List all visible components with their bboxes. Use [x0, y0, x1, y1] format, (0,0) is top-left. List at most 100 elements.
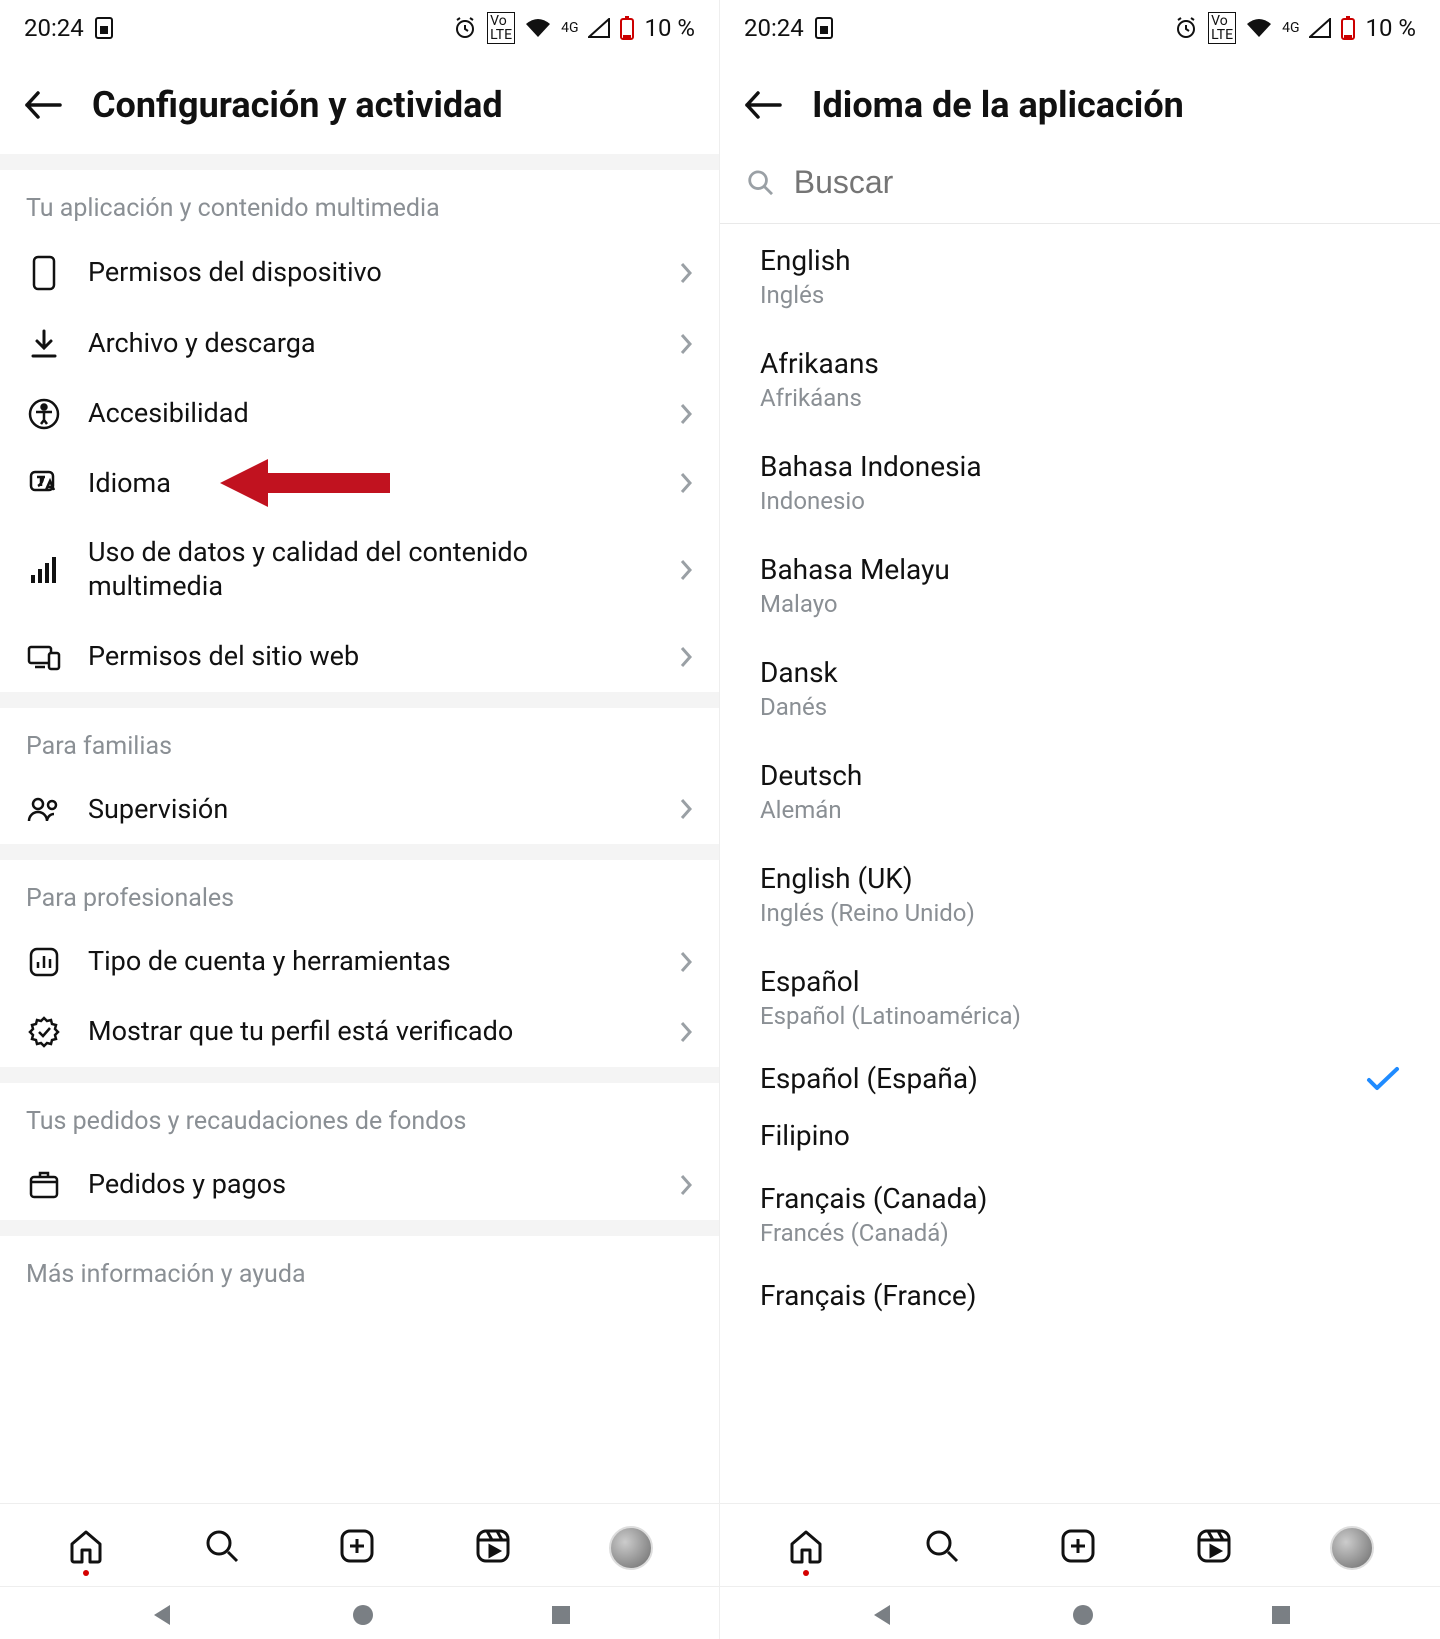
- language-option[interactable]: EspañolEspañol (Latinoamérica): [720, 945, 1440, 1048]
- network-4g-icon: 4G: [1282, 20, 1299, 36]
- language-option[interactable]: Filipino: [720, 1105, 1440, 1162]
- row-orders-payments[interactable]: Pedidos y pagos: [0, 1150, 719, 1220]
- network-4g-icon: 4G: [561, 20, 578, 36]
- nav-new-post[interactable]: [1058, 1526, 1098, 1570]
- chevron-right-icon: [679, 471, 693, 495]
- nav-new-post[interactable]: [337, 1526, 377, 1570]
- volte-icon: VoLTE: [487, 12, 515, 44]
- home-notification-dot: [803, 1570, 809, 1576]
- nav-profile[interactable]: [1330, 1526, 1374, 1570]
- chevron-right-icon: [679, 332, 693, 356]
- search-icon: [746, 167, 776, 199]
- phone-language: 20:24 VoLTE 4G 10 % Idioma de la aplicac…: [720, 0, 1440, 1639]
- status-time: 20:24: [24, 14, 84, 42]
- row-label: Tipo de cuenta y herramientas: [88, 945, 653, 979]
- wifi-icon: [525, 18, 551, 38]
- back-system-icon[interactable]: [148, 1601, 176, 1629]
- download-icon: [30, 329, 58, 359]
- language-option[interactable]: Dansk Danés: [720, 636, 1440, 739]
- search-input[interactable]: [794, 164, 1414, 201]
- page-title: Configuración y actividad: [92, 84, 503, 126]
- home-notification-dot: [83, 1570, 89, 1576]
- language-native: Afrikaans: [760, 347, 879, 380]
- nav-home[interactable]: [66, 1526, 106, 1570]
- status-bar: 20:24 VoLTE 4G 10 %: [720, 0, 1440, 54]
- language-option[interactable]: Bahasa Indonesia Indonesio: [720, 430, 1440, 533]
- language-native: Filipino: [760, 1119, 850, 1152]
- page-title: Idioma de la aplicación: [812, 84, 1184, 126]
- row-label: Permisos del dispositivo: [88, 256, 653, 290]
- row-verified[interactable]: Mostrar que tu perfil está verificado: [0, 997, 719, 1067]
- reels-icon: [473, 1526, 513, 1566]
- nav-search[interactable]: [202, 1526, 242, 1570]
- recents-system-icon[interactable]: [1270, 1604, 1292, 1626]
- language-local: Francés (Canadá): [760, 1219, 987, 1247]
- search-icon: [202, 1526, 242, 1566]
- row-label: Supervisión: [88, 793, 653, 827]
- row-supervision[interactable]: Supervisión: [0, 775, 719, 845]
- row-language[interactable]: Idioma: [0, 449, 719, 519]
- language-local: Alemán: [760, 796, 862, 824]
- section-divider: [0, 692, 719, 708]
- package-icon: [28, 1170, 60, 1200]
- language-option[interactable]: DeutschAlemán: [720, 739, 1440, 842]
- volte-icon: VoLTE: [1208, 12, 1236, 44]
- back-icon[interactable]: [24, 90, 62, 120]
- battery-icon: [620, 16, 634, 40]
- language-native: English (UK): [760, 862, 975, 895]
- search-bar[interactable]: [720, 144, 1440, 224]
- row-label: Permisos del sitio web: [88, 640, 653, 674]
- recents-system-icon[interactable]: [550, 1604, 572, 1626]
- nav-reels[interactable]: [473, 1526, 513, 1570]
- row-device-permissions[interactable]: Permisos del dispositivo: [0, 237, 719, 309]
- app-header: Configuración y actividad: [0, 54, 719, 154]
- section-families: Para familias: [0, 708, 719, 775]
- status-bar: 20:24 VoLTE 4G 10 %: [0, 0, 719, 54]
- language-local: Inglés (Reino Unido): [760, 899, 975, 927]
- status-time: 20:24: [744, 14, 804, 42]
- row-website-permissions[interactable]: Permisos del sitio web: [0, 622, 719, 692]
- bottom-nav: [0, 1503, 719, 1586]
- language-list: EnglishInglés Afrikaans Afrikáans Bahasa In…: [720, 224, 1440, 1322]
- language-option[interactable]: Français (Canada) Francés (Canadá): [720, 1162, 1440, 1265]
- language-option[interactable]: Bahasa MelayuMalayo: [720, 533, 1440, 636]
- row-data-usage[interactable]: Uso de datos y calidad del contenido mul…: [0, 518, 719, 622]
- nav-home[interactable]: [786, 1526, 826, 1570]
- phone-settings: 20:24 VoLTE 4G 10 % Configuración y acti…: [0, 0, 720, 1639]
- section-professionals: Para profesionales: [0, 860, 719, 927]
- nav-search[interactable]: [922, 1526, 962, 1570]
- nav-reels[interactable]: [1194, 1526, 1234, 1570]
- chevron-right-icon: [679, 1173, 693, 1197]
- devices-icon: [27, 643, 61, 671]
- row-archive-download[interactable]: Archivo y descarga: [0, 309, 719, 379]
- language-option[interactable]: EnglishInglés: [720, 224, 1440, 327]
- language-native: Français (France): [760, 1279, 976, 1312]
- back-icon[interactable]: [744, 90, 782, 120]
- language-option[interactable]: Español (España): [720, 1048, 1440, 1105]
- language-local: Indonesio: [760, 487, 982, 515]
- android-nav: [720, 1586, 1440, 1639]
- language-native: Français (Canada): [760, 1182, 987, 1215]
- nav-profile[interactable]: [609, 1526, 653, 1570]
- row-label: Pedidos y pagos: [88, 1168, 653, 1202]
- language-native: Dansk: [760, 656, 838, 689]
- home-system-icon[interactable]: [1071, 1603, 1095, 1627]
- alarm-icon: [453, 16, 477, 40]
- language-local: Danés: [760, 693, 838, 721]
- language-option[interactable]: English (UK) Inglés (Reino Unido): [720, 842, 1440, 945]
- row-accessibility[interactable]: Accesibilidad: [0, 379, 719, 449]
- language-option[interactable]: Français (France): [720, 1265, 1440, 1322]
- chevron-right-icon: [679, 797, 693, 821]
- phone-icon: [32, 255, 56, 291]
- language-native: English: [760, 244, 851, 277]
- chevron-right-icon: [679, 950, 693, 974]
- language-local: Afrikáans: [760, 384, 879, 412]
- bottom-nav: [720, 1503, 1440, 1586]
- row-account-type[interactable]: Tipo de cuenta y herramientas: [0, 927, 719, 997]
- language-option[interactable]: Afrikaans Afrikáans: [720, 327, 1440, 430]
- home-system-icon[interactable]: [351, 1603, 375, 1627]
- section-app-media: Tu aplicación y contenido multimedia: [0, 170, 719, 237]
- supervision-icon: [27, 795, 61, 823]
- language-native: Bahasa Indonesia: [760, 450, 982, 483]
- back-system-icon[interactable]: [868, 1601, 896, 1629]
